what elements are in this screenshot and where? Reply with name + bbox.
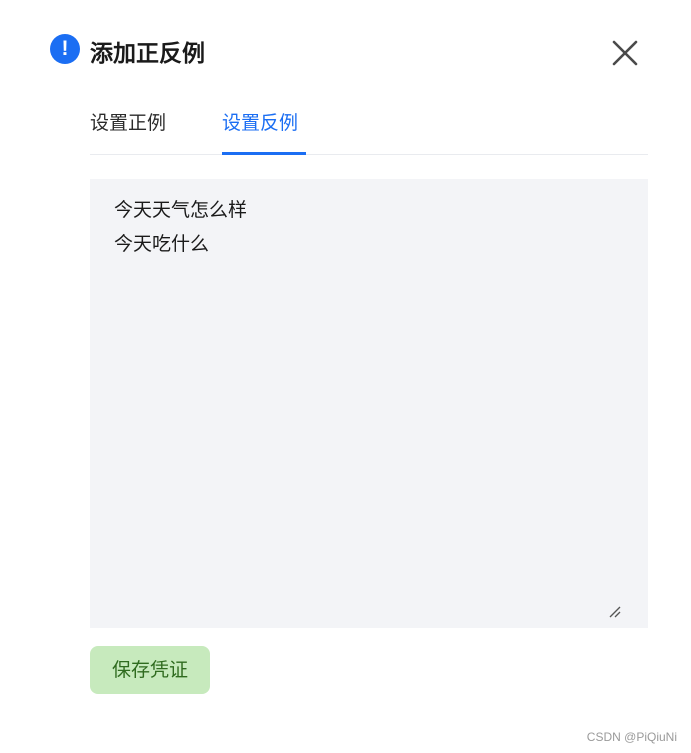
tab-set-negative-examples[interactable]: 设置反例 [222,108,298,138]
active-tab-indicator [222,152,306,155]
alert-icon-glyph: ! [61,37,69,60]
resize-handle-icon [609,606,621,618]
watermark: CSDN @PiQiuNi [586,730,677,744]
textarea-resize-handle[interactable] [608,605,622,619]
tab-set-positive-examples[interactable]: 设置正例 [90,108,166,138]
close-button[interactable] [607,35,643,71]
add-examples-dialog: ! 添加正反例 设置正例 设置反例 保存凭证 CSDN @PiQiuNi [0,0,691,753]
save-credentials-button[interactable]: 保存凭证 [90,646,210,694]
example-tabs: 设置正例 设置反例 [90,100,648,155]
examples-textarea[interactable] [90,179,648,628]
close-icon [612,40,638,66]
dialog-title: 添加正反例 [90,41,205,67]
exclamation-circle-icon: ! [50,34,80,64]
